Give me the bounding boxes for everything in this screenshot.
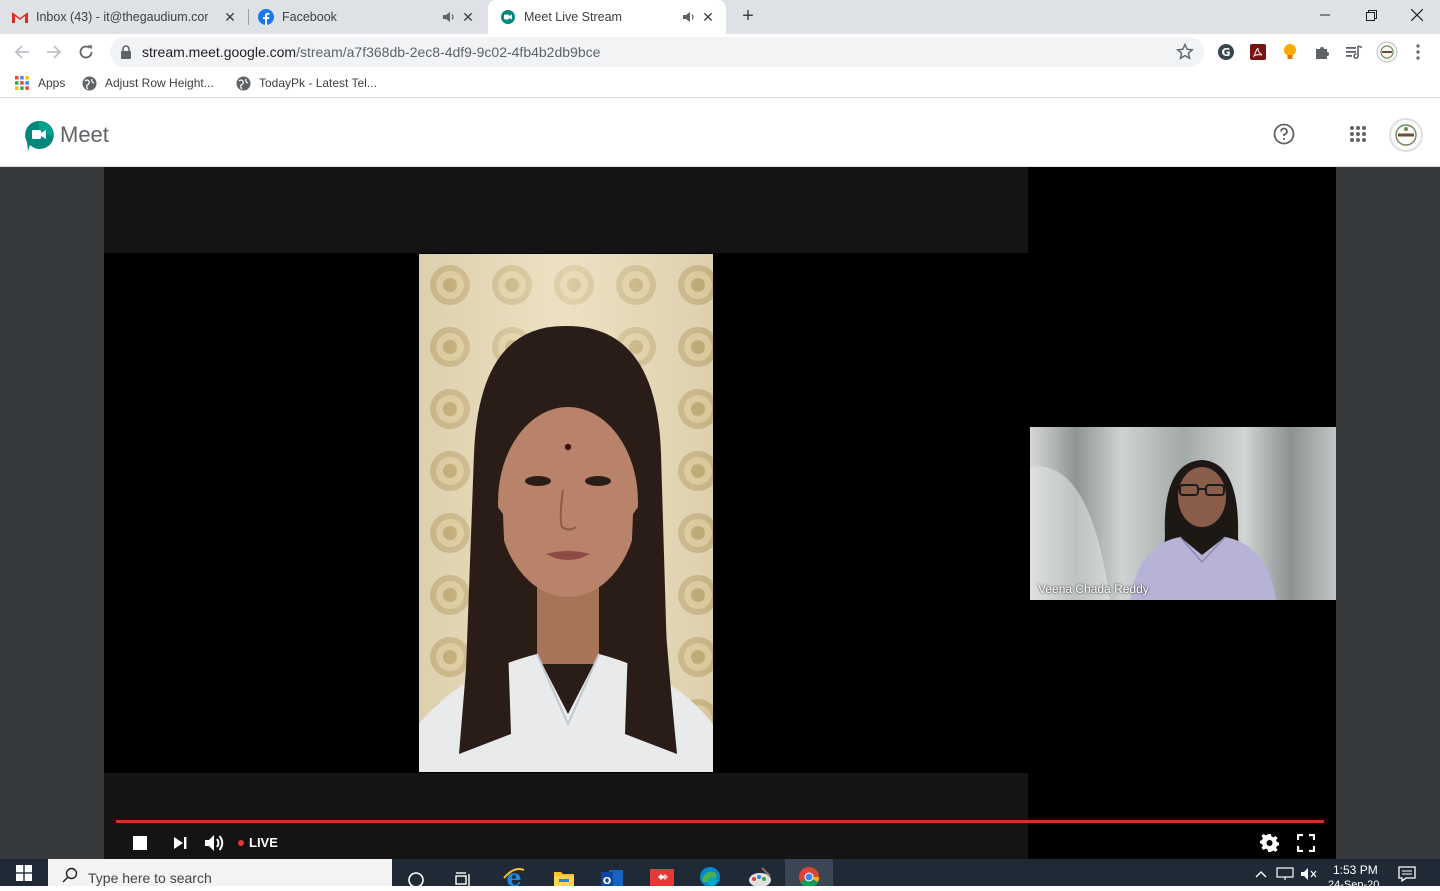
volume-muted-icon[interactable]	[1300, 865, 1318, 883]
bookmark-star-icon[interactable]	[1176, 42, 1194, 66]
url-path: /stream/a7f368db-2ec8-4df9-9c02-4fb4b2db…	[296, 44, 601, 60]
taskbar-date[interactable]: 24-Sep-20	[1328, 879, 1379, 891]
globe-icon	[235, 75, 251, 91]
tab-strip: Inbox (43) - it@thegaudium.com ✕ Faceboo…	[0, 0, 1440, 34]
bookmarks-bar: Apps Adjust Row Height... TodayPk - Late…	[0, 70, 1440, 98]
tab-title: Meet Live Stream	[524, 10, 622, 24]
apps-icon[interactable]	[1346, 122, 1370, 146]
letterbox-top	[104, 167, 1028, 253]
search-placeholder: Type here to search	[88, 870, 212, 886]
paint-icon[interactable]	[736, 859, 784, 886]
bookmark-label: Apps	[38, 76, 66, 90]
notifications-icon[interactable]	[1398, 865, 1416, 883]
search-icon	[62, 867, 78, 888]
gmail-icon	[12, 9, 28, 25]
more-vert-icon[interactable]	[1408, 42, 1428, 62]
account-avatar[interactable]	[1389, 118, 1423, 152]
cortana-icon[interactable]	[392, 859, 440, 886]
live-label: LIVE	[249, 835, 278, 850]
grammarly-icon[interactable]: G	[1216, 42, 1236, 62]
close-icon[interactable]: ✕	[222, 9, 238, 25]
new-tab-button[interactable]: +	[738, 6, 758, 27]
outlook-icon[interactable]: O	[588, 859, 636, 886]
apps-grid-icon	[14, 75, 30, 91]
bookmark-adjust-row-height[interactable]: Adjust Row Height...	[81, 75, 214, 91]
media-queue-icon[interactable]	[1344, 42, 1364, 62]
close-icon[interactable]: ✕	[460, 9, 476, 25]
url-host: stream.meet.google.com	[142, 44, 297, 60]
bookmark-todaypk[interactable]: TodayPk - Latest Tel...	[235, 75, 377, 91]
speaker-icon[interactable]	[682, 10, 696, 24]
taskbar-clock[interactable]: 1:53 PM	[1333, 863, 1378, 877]
url-text: stream.meet.google.com/stream/a7f368db-2…	[142, 44, 600, 60]
window-close-icon[interactable]	[1394, 0, 1440, 30]
main-speaker-video	[419, 254, 713, 772]
help-icon[interactable]	[1272, 122, 1296, 146]
live-dot	[238, 839, 244, 846]
video-player[interactable]: Veena Chada Reddy LIVE	[104, 167, 1336, 859]
chrome-icon[interactable]	[785, 859, 833, 886]
globe-icon	[81, 75, 97, 91]
meet-icon	[500, 9, 516, 25]
acrobat-icon[interactable]	[1248, 42, 1268, 62]
close-icon[interactable]: ✕	[700, 9, 716, 25]
tab-gmail[interactable]: Inbox (43) - it@thegaudium.com ✕	[12, 0, 248, 34]
volume-icon[interactable]	[203, 831, 227, 855]
lightbulb-icon[interactable]	[1280, 42, 1300, 62]
forward-arrow-icon[interactable]	[42, 40, 66, 64]
bookmark-label: TodayPk - Latest Tel...	[259, 76, 377, 90]
skip-next-icon[interactable]	[168, 831, 192, 855]
address-bar[interactable]: stream.meet.google.com/stream/a7f368db-2…	[110, 37, 1204, 67]
lock-icon[interactable]	[120, 45, 132, 64]
fullscreen-icon[interactable]	[1294, 831, 1318, 855]
back-arrow-icon[interactable]	[10, 40, 34, 64]
tab-facebook[interactable]: Facebook ✕	[258, 0, 486, 34]
bookmark-apps[interactable]: Apps	[14, 75, 65, 91]
participant-name: Veena Chada Reddy	[1038, 582, 1149, 596]
anydesk-icon[interactable]	[638, 859, 686, 886]
restore-icon[interactable]	[1348, 0, 1394, 30]
tray-chevron-up-icon[interactable]	[1252, 865, 1270, 883]
app-title: Meet	[60, 122, 109, 147]
settings-icon[interactable]	[1258, 831, 1282, 855]
stream-stage: Veena Chada Reddy LIVE	[0, 167, 1440, 859]
puzzle-icon[interactable]	[1312, 42, 1332, 62]
minimize-icon[interactable]	[1302, 0, 1348, 30]
tab-title: Inbox (43) - it@thegaudium.com	[36, 10, 208, 24]
browser-toolbar: stream.meet.google.com/stream/a7f368db-2…	[0, 34, 1440, 70]
facebook-icon	[258, 9, 274, 25]
windows-taskbar: Type here to search e O 1:53 PM 24-Sep-2…	[0, 859, 1440, 891]
stop-icon[interactable]	[128, 831, 152, 855]
task-view-icon[interactable]	[440, 859, 488, 886]
tab-separator	[248, 9, 249, 25]
progress-bar[interactable]	[116, 820, 1324, 823]
taskbar-search-input[interactable]: Type here to search	[48, 859, 392, 886]
live-badge: LIVE	[238, 835, 278, 850]
svg-text:G: G	[1221, 46, 1230, 59]
speaker-icon[interactable]	[442, 10, 456, 24]
windows-start-icon[interactable]	[0, 859, 48, 886]
network-icon[interactable]	[1276, 865, 1294, 883]
bookmark-label: Adjust Row Height...	[105, 76, 214, 90]
internet-explorer-icon[interactable]: e	[490, 859, 538, 886]
reload-icon[interactable]	[74, 40, 98, 64]
meet-header: Meet	[0, 102, 1440, 167]
svg-text:O: O	[603, 876, 612, 886]
tab-meet-live-stream[interactable]: Meet Live Stream ✕	[488, 0, 726, 34]
profile-avatar-icon[interactable]	[1375, 40, 1399, 64]
svg-text:e: e	[506, 864, 521, 886]
participant-tile[interactable]: Veena Chada Reddy	[1030, 427, 1336, 600]
file-explorer-icon[interactable]	[540, 859, 588, 886]
tab-title: Facebook	[282, 10, 337, 24]
meet-logo-icon[interactable]	[24, 120, 54, 152]
edge-icon[interactable]	[686, 859, 734, 886]
